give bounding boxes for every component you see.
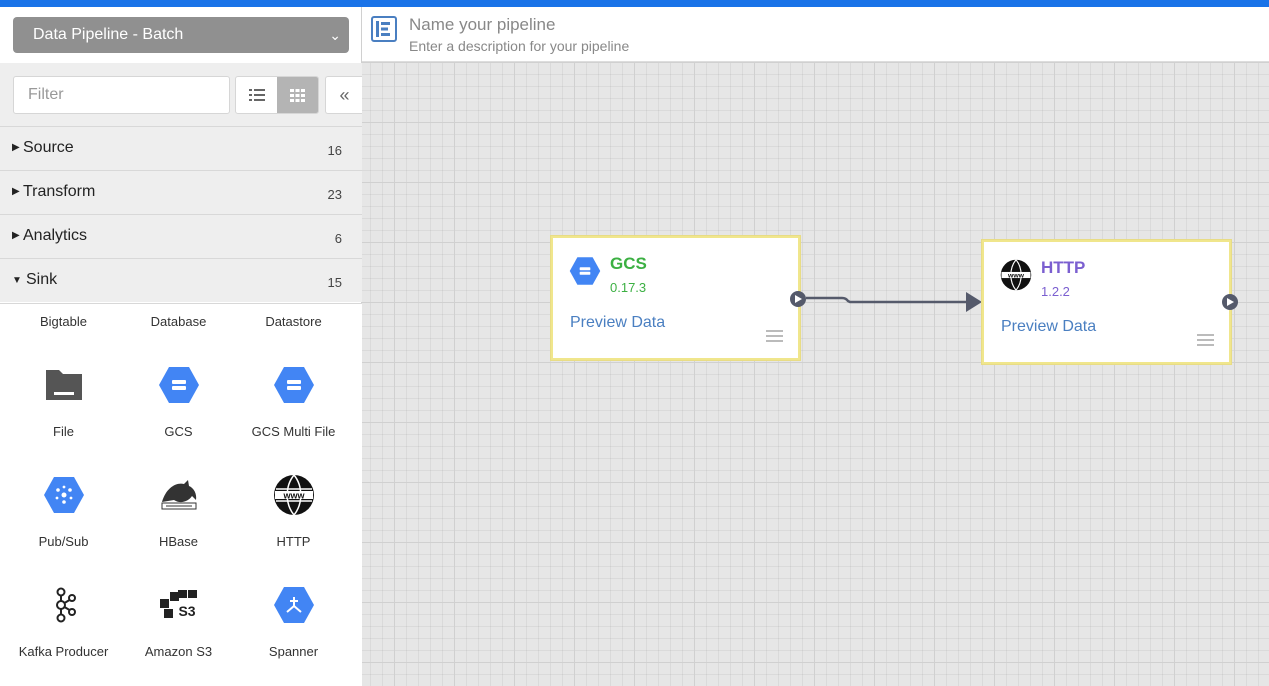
group-source[interactable]: ▶ Source 16	[0, 126, 362, 170]
group-label: Sink	[26, 271, 58, 288]
pipeline-logo-icon	[371, 16, 397, 42]
group-label: Source	[23, 139, 74, 156]
node-title: GCS	[610, 254, 647, 273]
plugin-label: Bigtable	[40, 314, 87, 329]
plugin-label: Kafka Producer	[18, 644, 109, 659]
caret-right-icon: ▶	[12, 186, 20, 197]
output-endpoint[interactable]	[790, 291, 806, 307]
plugin-palette: Data Pipeline - Batch ⌄ « ▶ Source 16 ▶	[0, 7, 363, 686]
gcs-icon	[158, 364, 200, 406]
node-title: HTTP	[1041, 258, 1086, 277]
caret-right-icon: ▶	[12, 142, 20, 153]
node-version: 0.17.3	[610, 280, 647, 295]
plugin-file[interactable]: File	[6, 364, 121, 444]
play-icon	[795, 295, 802, 303]
group-count: 23	[327, 187, 342, 202]
grid-icon	[290, 88, 305, 102]
node-http[interactable]: www HTTP 1.2.2 Preview Data	[982, 240, 1231, 364]
plugin-label: Pub/Sub	[38, 534, 89, 549]
plugin-label: GCS	[164, 424, 193, 439]
gcs-icon	[273, 364, 315, 406]
plugin-hbase[interactable]: HBase	[121, 474, 236, 554]
group-label: Transform	[23, 183, 96, 200]
plugin-database[interactable]: Database	[121, 314, 236, 329]
plugin-spanner[interactable]: Spanner	[236, 584, 351, 664]
plugin-gcs-multi-file[interactable]: GCS Multi File	[236, 364, 351, 444]
group-sink[interactable]: ▼ Sink 15	[0, 258, 362, 302]
pipeline-canvas[interactable]: GCS 0.17.3 Preview Data www HTTP 1.2.2 P…	[362, 62, 1269, 686]
play-icon	[1227, 298, 1234, 306]
svg-text:www: www	[1007, 273, 1025, 280]
pubsub-icon	[43, 474, 85, 516]
plugin-label: GCS Multi File	[251, 424, 336, 439]
plugin-label: HBase	[158, 534, 199, 549]
plugin-label: Spanner	[268, 644, 319, 659]
plugin-gcs[interactable]: GCS	[121, 364, 236, 444]
plugin-label: Database	[150, 314, 207, 329]
group-transform[interactable]: ▶ Transform 23	[0, 170, 362, 214]
grid-view-button[interactable]	[277, 77, 318, 113]
sink-plugin-grid: Bigtable Database Datastore File GCS GCS…	[0, 303, 362, 686]
plugin-label: Amazon S3	[144, 644, 213, 659]
connection-layer	[806, 292, 982, 312]
caret-down-icon: ▼	[12, 275, 22, 286]
kafka-icon	[43, 584, 85, 626]
view-toggle	[235, 76, 319, 114]
node-version: 1.2.2	[1041, 284, 1070, 299]
preview-data-link[interactable]: Preview Data	[570, 314, 665, 332]
group-count: 6	[334, 231, 342, 246]
group-count: 16	[327, 143, 342, 158]
connection-line	[806, 296, 967, 304]
pipeline-name-input[interactable]: Name your pipeline	[409, 15, 555, 35]
group-count: 15	[327, 275, 342, 290]
caret-right-icon: ▶	[12, 230, 20, 241]
spanner-icon	[273, 584, 315, 626]
s3-icon: S3	[158, 584, 200, 626]
node-menu-icon[interactable]	[766, 330, 783, 345]
gcs-icon	[569, 255, 601, 287]
plugin-amazon-s3[interactable]: S3 Amazon S3	[121, 584, 236, 664]
group-label: Analytics	[23, 227, 88, 244]
svg-text:www: www	[282, 491, 305, 501]
svg-text:S3: S3	[178, 603, 195, 619]
pipeline-type-select[interactable]: Data Pipeline - Batch ⌄	[13, 17, 349, 53]
collapse-panel-button[interactable]: «	[325, 76, 363, 114]
top-accent-bar	[0, 0, 1269, 7]
double-chevron-left-icon: «	[339, 84, 350, 105]
preview-data-link[interactable]: Preview Data	[1001, 318, 1096, 336]
chevron-down-icon: ⌄	[329, 27, 341, 43]
list-view-button[interactable]	[236, 77, 277, 113]
plugin-label: Datastore	[265, 314, 322, 329]
node-gcs[interactable]: GCS 0.17.3 Preview Data	[551, 236, 800, 360]
filter-input[interactable]	[13, 76, 230, 114]
plugin-datastore[interactable]: Datastore	[236, 314, 351, 329]
pipeline-type-value: Data Pipeline - Batch	[33, 26, 184, 43]
pipeline-header: Name your pipeline Enter a description f…	[362, 7, 1269, 62]
plugin-bigtable[interactable]: Bigtable	[6, 314, 121, 329]
folder-icon	[43, 364, 85, 406]
plugin-pubsub[interactable]: Pub/Sub	[6, 474, 121, 554]
arrow-head-icon	[966, 292, 982, 312]
www-icon: www	[273, 474, 315, 516]
pipeline-description-input[interactable]: Enter a description for your pipeline	[409, 38, 629, 54]
group-analytics[interactable]: ▶ Analytics 6	[0, 214, 362, 258]
node-menu-icon[interactable]	[1197, 334, 1214, 349]
plugin-label: HTTP	[276, 534, 311, 549]
output-endpoint[interactable]	[1222, 294, 1238, 310]
list-icon	[248, 89, 265, 101]
plugin-http[interactable]: www HTTP	[236, 474, 351, 554]
hbase-icon	[158, 474, 200, 516]
www-icon: www	[1000, 259, 1032, 291]
plugin-kafka-producer[interactable]: Kafka Producer	[6, 584, 121, 664]
plugin-label: File	[53, 424, 74, 439]
